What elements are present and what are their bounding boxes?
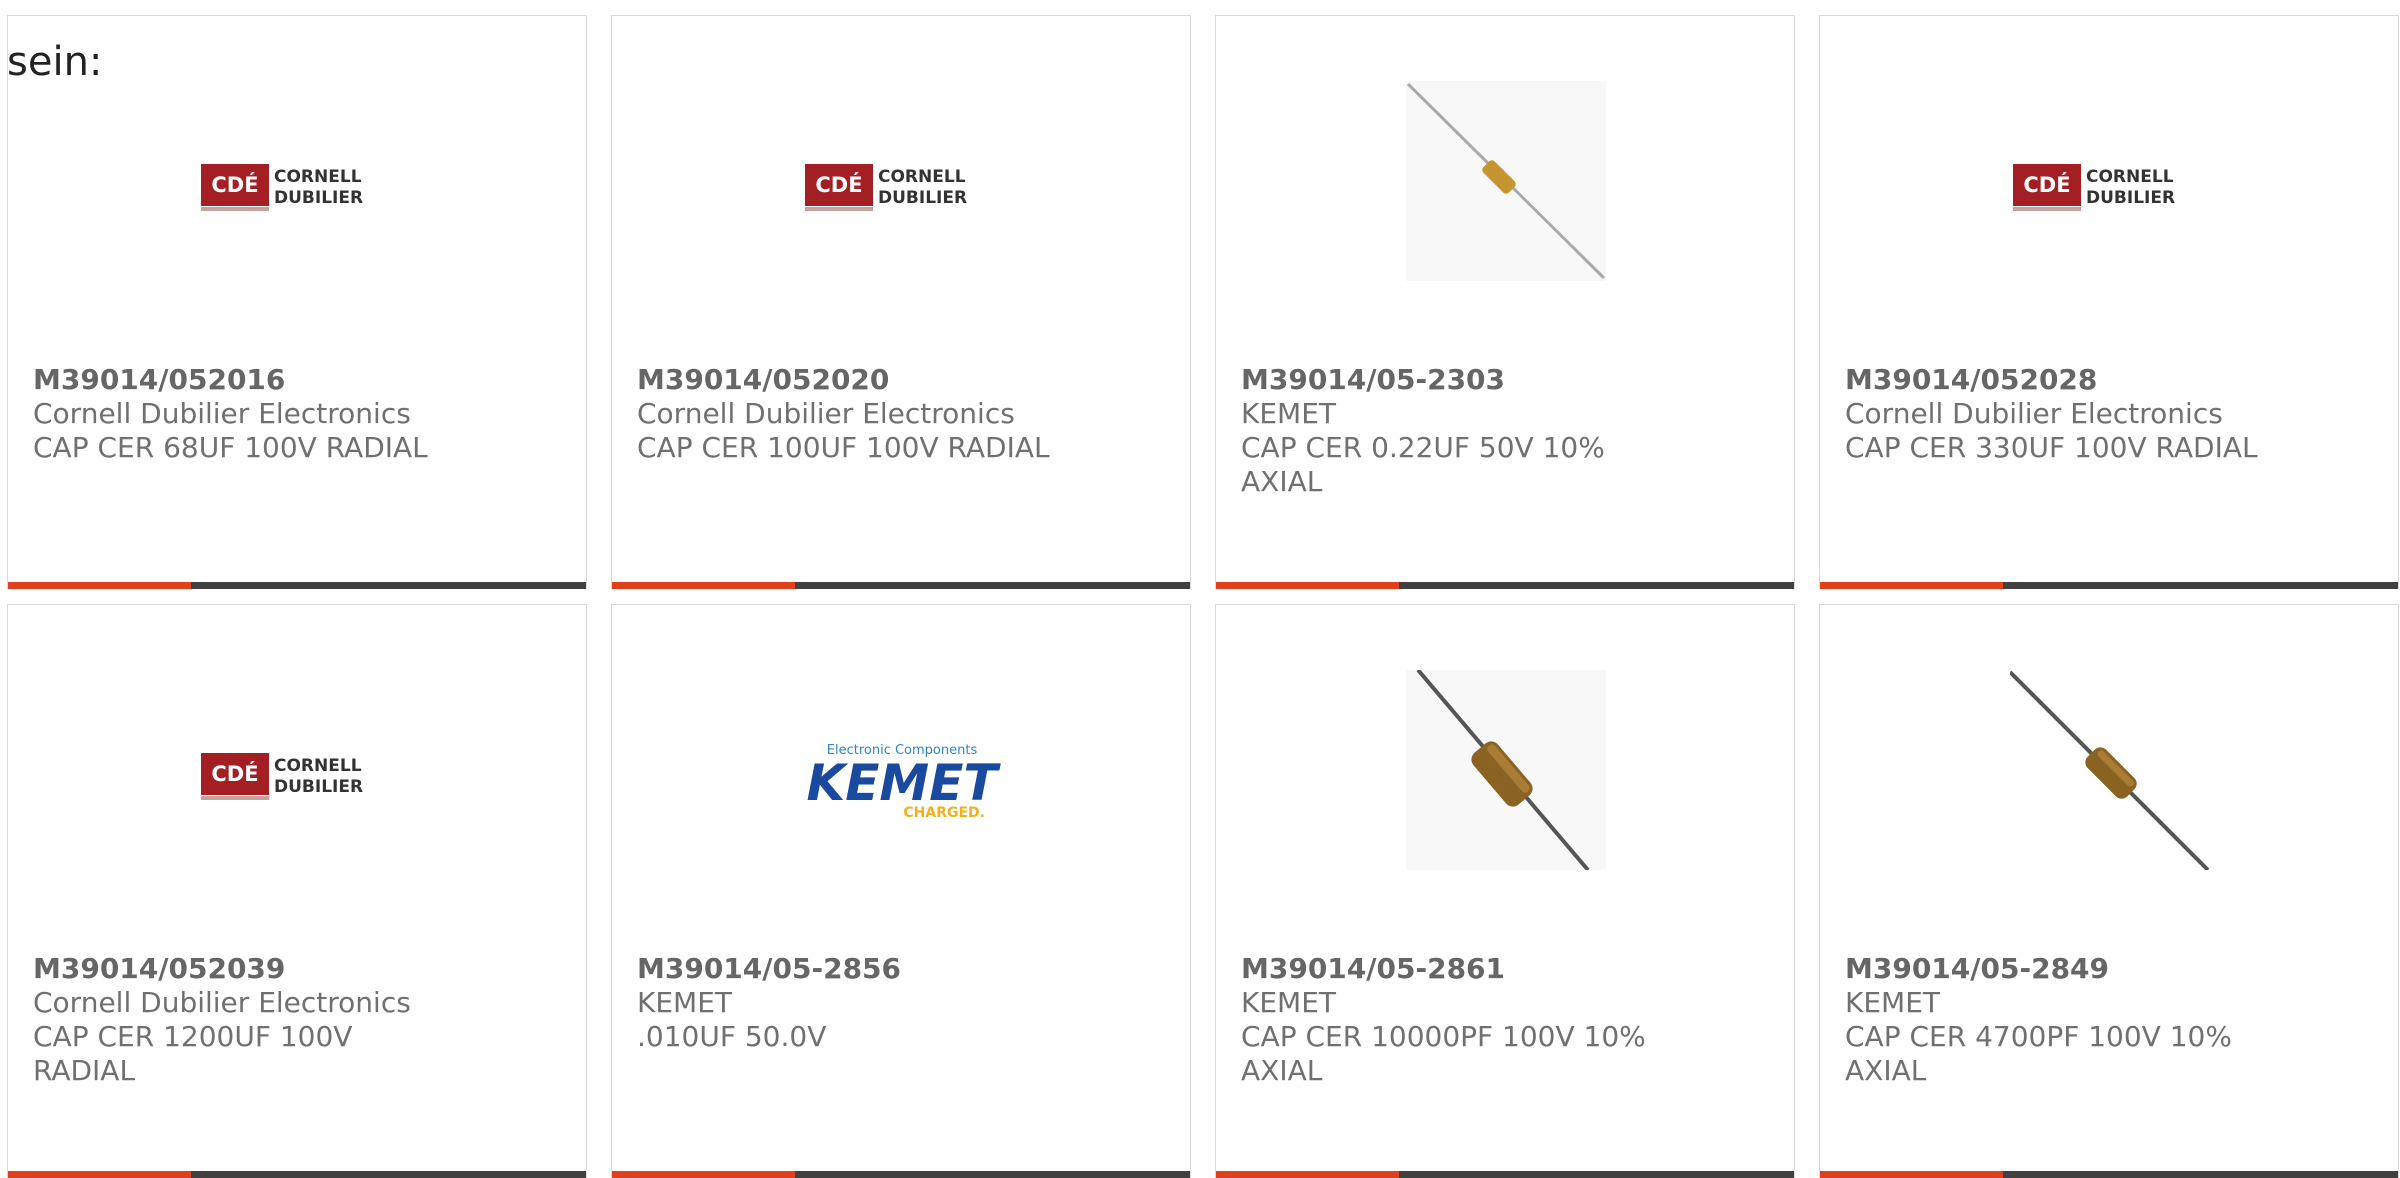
svg-text:KEMET: KEMET bbox=[807, 754, 1002, 812]
product-card[interactable]: CDÉ CORNELL DUBILIER M39014/052028 Corne… bbox=[1819, 15, 2399, 589]
manufacturer-name: Cornell Dubilier Electronics bbox=[637, 397, 1015, 430]
part-number-link[interactable]: M39014/052039 bbox=[33, 952, 285, 986]
product-card[interactable]: CDÉ CORNELL DUBILIER M39014/052039 Corne… bbox=[7, 604, 587, 1178]
svg-text:CORNELL: CORNELL bbox=[878, 167, 966, 187]
svg-text:DUBILIER: DUBILIER bbox=[2086, 188, 2175, 208]
part-number-link[interactable]: M39014/052016 bbox=[33, 363, 285, 397]
card-footer-accent bbox=[1820, 582, 2003, 589]
svg-text:DUBILIER: DUBILIER bbox=[274, 777, 363, 797]
cde-logo-icon: CDÉ CORNELL DUBILIER bbox=[201, 164, 363, 211]
part-number-link[interactable]: M39014/05-2856 bbox=[637, 952, 901, 986]
svg-text:CORNELL: CORNELL bbox=[2086, 167, 2174, 187]
svg-text:DUBILIER: DUBILIER bbox=[878, 188, 967, 208]
card-footer-accent bbox=[612, 582, 795, 589]
manufacturer-name: Cornell Dubilier Electronics bbox=[1845, 397, 2223, 430]
part-number-link[interactable]: M39014/05-2849 bbox=[1845, 952, 2109, 986]
card-footer-accent bbox=[8, 1171, 191, 1178]
manufacturer-name: KEMET bbox=[637, 986, 733, 1019]
svg-text:CORNELL: CORNELL bbox=[274, 756, 362, 776]
product-description: CAP CER 330UF 100V RADIAL bbox=[1845, 431, 2258, 464]
manufacturer-logo[interactable]: Electronic Components KEMET CHARGED. bbox=[802, 670, 1002, 870]
kemet-logo-icon: Electronic Components KEMET CHARGED. bbox=[807, 743, 1002, 821]
cde-logo-icon: CDÉ CORNELL DUBILIER bbox=[2013, 164, 2175, 211]
axial-capacitor-icon bbox=[1406, 670, 1606, 870]
manufacturer-name: KEMET bbox=[1241, 986, 1337, 1019]
product-description: .010UF 50.0V bbox=[637, 1020, 827, 1053]
card-footer-accent bbox=[1820, 1171, 2003, 1178]
cde-logo-icon: CDÉ CORNELL DUBILIER bbox=[805, 164, 967, 211]
card-footer-bar bbox=[612, 582, 1190, 589]
svg-text:CHARGED.: CHARGED. bbox=[903, 805, 985, 821]
part-number-link[interactable]: M39014/052028 bbox=[1845, 363, 2097, 397]
card-footer-accent bbox=[1216, 582, 1399, 589]
manufacturer-logo[interactable]: CDÉ CORNELL DUBILIER bbox=[198, 81, 398, 281]
product-description: CAP CER 1200UF 100V RADIAL bbox=[33, 1020, 353, 1087]
product-card[interactable]: M39014/05-2303 KEMET CAP CER 0.22UF 50V … bbox=[1215, 15, 1795, 589]
part-number-link[interactable]: M39014/05-2303 bbox=[1241, 363, 1505, 397]
product-description: CAP CER 68UF 100V RADIAL bbox=[33, 431, 428, 464]
card-footer-bar bbox=[8, 582, 586, 589]
card-footer-bar bbox=[1820, 582, 2398, 589]
product-photo[interactable] bbox=[1406, 81, 1606, 281]
product-photo[interactable] bbox=[1406, 670, 1606, 870]
axial-capacitor-icon bbox=[2010, 670, 2210, 870]
svg-text:CDÉ: CDÉ bbox=[815, 172, 862, 197]
product-card[interactable]: M39014/05-2849 KEMET CAP CER 4700PF 100V… bbox=[1819, 604, 2399, 1178]
manufacturer-logo[interactable]: CDÉ CORNELL DUBILIER bbox=[2010, 81, 2210, 281]
manufacturer-logo[interactable]: CDÉ CORNELL DUBILIER bbox=[198, 670, 398, 870]
manufacturer-name: KEMET bbox=[1845, 986, 1941, 1019]
manufacturer-name: KEMET bbox=[1241, 397, 1337, 430]
card-footer-accent bbox=[1216, 1171, 1399, 1178]
product-description: CAP CER 0.22UF 50V 10% AXIAL bbox=[1241, 431, 1605, 498]
axial-capacitor-icon bbox=[1406, 81, 1606, 281]
svg-text:CORNELL: CORNELL bbox=[274, 167, 362, 187]
card-footer-bar bbox=[8, 1171, 586, 1178]
manufacturer-name: Cornell Dubilier Electronics bbox=[33, 986, 411, 1019]
product-card[interactable]: CDÉ CORNELL DUBILIER M39014/052020 Corne… bbox=[611, 15, 1191, 589]
product-card[interactable]: Electronic Components KEMET CHARGED. M39… bbox=[611, 604, 1191, 1178]
card-footer-bar bbox=[1820, 1171, 2398, 1178]
product-description: CAP CER 4700PF 100V 10% AXIAL bbox=[1845, 1020, 2232, 1087]
svg-text:CDÉ: CDÉ bbox=[211, 172, 258, 197]
svg-text:CDÉ: CDÉ bbox=[2023, 172, 2070, 197]
svg-text:DUBILIER: DUBILIER bbox=[274, 188, 363, 208]
product-card[interactable]: M39014/05-2861 KEMET CAP CER 10000PF 100… bbox=[1215, 604, 1795, 1178]
card-footer-bar bbox=[1216, 1171, 1794, 1178]
card-footer-bar bbox=[1216, 582, 1794, 589]
manufacturer-logo[interactable]: CDÉ CORNELL DUBILIER bbox=[802, 81, 1002, 281]
product-card[interactable]: CDÉ CORNELL DUBILIER M39014/052016 Corne… bbox=[7, 15, 587, 589]
part-number-link[interactable]: M39014/052020 bbox=[637, 363, 889, 397]
product-description: CAP CER 10000PF 100V 10% AXIAL bbox=[1241, 1020, 1646, 1087]
product-description: CAP CER 100UF 100V RADIAL bbox=[637, 431, 1050, 464]
card-footer-accent bbox=[8, 582, 191, 589]
cde-logo-icon: CDÉ CORNELL DUBILIER bbox=[201, 753, 363, 800]
svg-text:CDÉ: CDÉ bbox=[211, 761, 258, 786]
manufacturer-name: Cornell Dubilier Electronics bbox=[33, 397, 411, 430]
card-footer-bar bbox=[612, 1171, 1190, 1178]
card-footer-accent bbox=[612, 1171, 795, 1178]
part-number-link[interactable]: M39014/05-2861 bbox=[1241, 952, 1505, 986]
product-photo[interactable] bbox=[2010, 670, 2210, 870]
intro-text: sein: bbox=[7, 39, 103, 85]
